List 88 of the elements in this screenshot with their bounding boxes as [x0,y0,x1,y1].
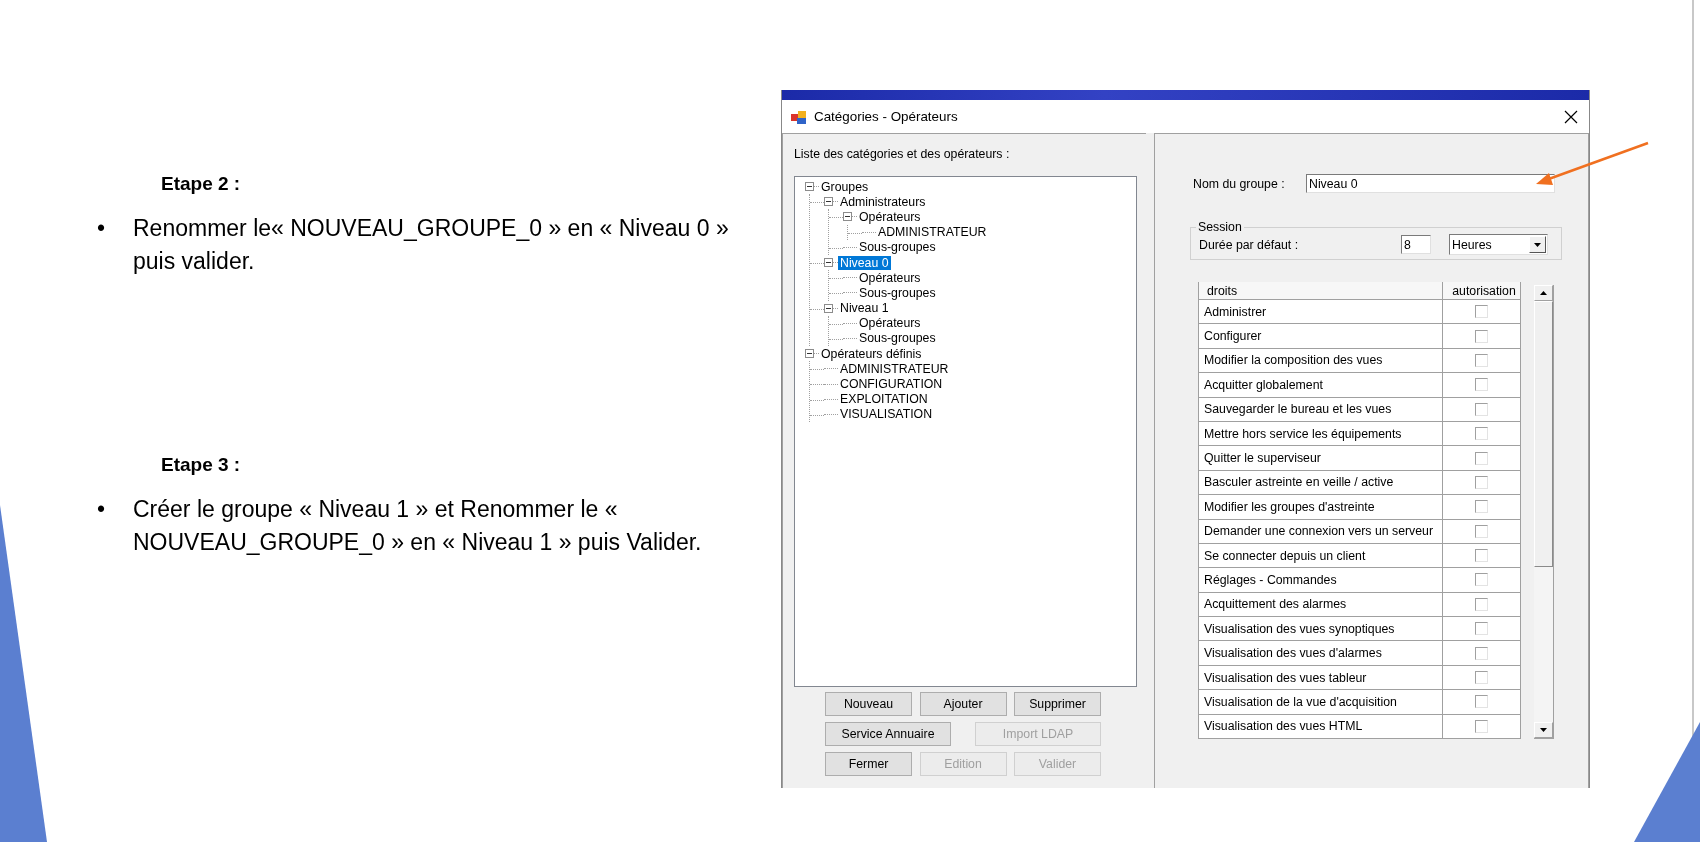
tree-item[interactable]: Opérateurs [857,209,923,224]
collapse-icon[interactable] [843,212,852,222]
tree-item[interactable]: CONFIGURATION [838,377,945,392]
table-cell: Réglages - Commandes [1199,568,1443,592]
checkbox[interactable] [1475,695,1488,709]
table-cell: Visualisation de la vue d'acquisition [1199,690,1443,714]
tree-item[interactable]: Sous-groupes [857,331,938,346]
instruction-text: Renommer le« NOUVEAU_GROUPE_0 » en « Niveau 0 » puis valider. [133,214,730,276]
tree-item[interactable]: Administrateurs [838,194,928,209]
bullet: • [97,214,107,243]
table-cell: Modifier les groupes d'astreinte [1199,495,1443,519]
checkbox[interactable] [1475,500,1488,514]
tree-item[interactable]: EXPLOITATION [838,392,930,407]
tree-item[interactable]: Opérateurs [857,270,923,285]
column-header: autorisation [1443,282,1521,299]
collapse-icon[interactable] [805,182,814,192]
checkbox[interactable] [1475,597,1488,611]
table-cell: Visualisation des vues HTML [1199,714,1443,739]
tree-item[interactable]: ADMINISTRATEUR [876,225,989,240]
checkbox[interactable] [1475,646,1488,660]
collapse-icon[interactable] [824,303,833,313]
tree-item[interactable]: Opérateurs [857,316,923,331]
table-cell: Se connecter depuis un client [1199,543,1443,568]
group-title: Session [1197,221,1243,234]
checkbox[interactable] [1475,353,1488,367]
close-icon [1564,109,1578,124]
app-icon [791,109,806,124]
table-cell: Basculer astreinte en veille / active [1199,470,1443,495]
unit-dropdown[interactable]: Heures [1449,234,1548,255]
tree-item[interactable]: Sous-groupes [857,285,938,300]
table-cell: Demander une connexion vers un serveur [1199,519,1443,543]
step-heading: Etape 3 : [161,453,241,477]
tree-item[interactable]: Opérateurs définis [819,346,924,361]
window-title: Catégories - Opérateurs [814,109,958,124]
table-cell: Visualisation des vues tableur [1199,665,1443,690]
checkbox[interactable] [1475,524,1488,538]
table-cell: Visualisation des vues d'alarmes [1199,641,1443,665]
column-header: droits [1199,282,1443,299]
action-button[interactable]: Service Annuaire [825,722,951,746]
field-label: Durée par défaut : [1199,237,1299,252]
checkbox[interactable] [1475,671,1488,685]
up-arrow-icon [1540,291,1547,295]
checkbox[interactable] [1475,451,1488,465]
table-cell: Sauvegarder le bureau et les vues [1199,397,1443,421]
bullet: • [97,495,107,524]
checkbox[interactable] [1475,622,1488,636]
table-cell: Visualisation des vues synoptiques [1199,617,1443,641]
checkbox[interactable] [1475,378,1488,392]
tree-item[interactable]: ADMINISTRATEUR [838,361,951,376]
collapse-icon[interactable] [805,349,814,359]
table-cell: Acquitter globalement [1199,373,1443,397]
tree-item[interactable]: Sous-groupes [857,240,938,255]
checkbox[interactable] [1475,719,1488,733]
checkbox[interactable] [1475,427,1488,441]
table-cell: Modifier la composition des vues [1199,348,1443,373]
action-button[interactable]: Nouveau [825,692,912,716]
tree-label: Liste des catégories et des opérateurs : [794,146,1010,163]
action-button[interactable]: Ajouter [919,692,1007,716]
checkbox[interactable] [1475,402,1488,416]
table-cell: Quitter le superviseur [1199,446,1443,470]
instruction-text: Créer le groupe « Niveau 1 » et Renommer le « NOUVEAU_GROUPE_0 » en « Niveau 1 » puis Valider. [133,495,703,557]
step-heading: Etape 2 : [161,172,241,196]
collapse-icon[interactable] [824,197,833,207]
table-cell: Acquittement des alarmes [1199,592,1443,617]
field-label: Nom du groupe : [1192,176,1286,191]
checkbox[interactable] [1475,305,1488,319]
caret-icon [1534,242,1541,247]
table-cell: Configurer [1199,324,1443,348]
tree-item[interactable]: Groupes [819,179,871,194]
action-button[interactable]: Fermer [825,752,912,776]
duration-field[interactable]: 8 [1401,235,1431,254]
checkbox[interactable] [1475,329,1488,343]
table-cell: Administrer [1199,300,1443,324]
scroll-down-button[interactable] [1534,722,1553,738]
tree-item[interactable]: Niveau 1 [838,301,891,316]
checkbox[interactable] [1475,549,1488,563]
tree-item[interactable]: Niveau 0 [838,255,891,270]
action-button[interactable]: Supprimer [1014,692,1101,716]
group-name-field[interactable]: Niveau 0 [1306,174,1555,193]
down-arrow-icon [1540,728,1547,732]
checkbox[interactable] [1475,475,1488,489]
checkbox[interactable] [1475,573,1488,587]
scroll-up-button[interactable] [1534,285,1553,301]
scrollbar[interactable] [1534,285,1554,739]
collapse-icon[interactable] [824,258,833,268]
scrollbar-thumb[interactable] [1534,301,1553,567]
table-cell: Mettre hors service les équipements [1199,421,1443,446]
tree-item[interactable]: VISUALISATION [838,407,935,422]
